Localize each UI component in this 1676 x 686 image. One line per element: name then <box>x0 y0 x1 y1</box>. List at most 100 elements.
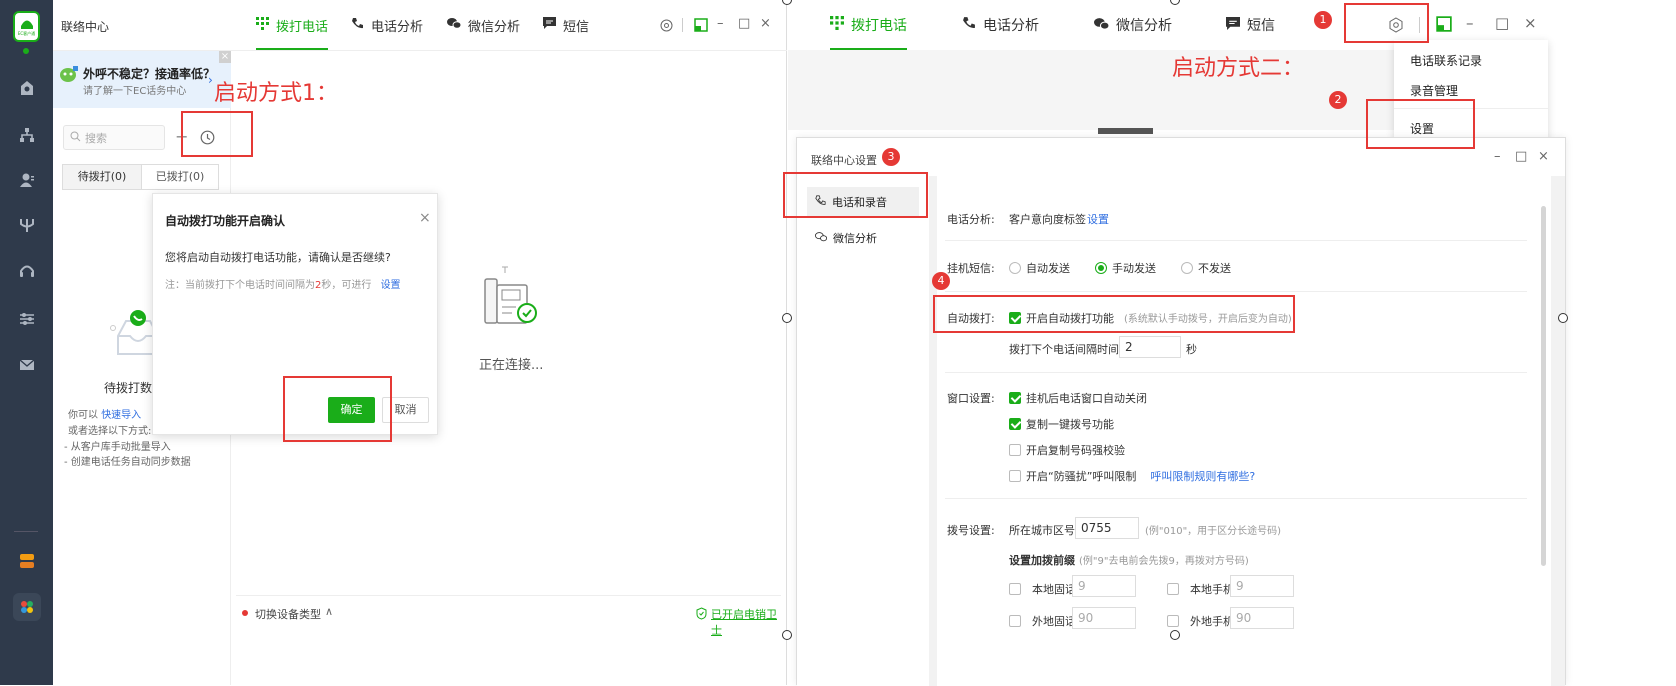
dialog-close-icon[interactable]: × <box>419 210 431 226</box>
subtab-pending[interactable]: 待拨打(0) <box>62 164 142 190</box>
tab-phone-analysis[interactable]: 电话分析 <box>351 0 423 50</box>
scrollbar[interactable] <box>1541 206 1546 566</box>
settings-gear-icon[interactable] <box>660 19 673 35</box>
anti-harass-checkbox[interactable]: 开启“防骚扰”呼叫限制 呼叫限制规则有哪些? <box>1009 468 1255 484</box>
menu-item-call-log[interactable]: 电话联系记录 <box>1410 52 1482 69</box>
dialog-message: 您将启动自动拨打电话功能，请确认是否继续? <box>165 251 391 264</box>
nav-headset-icon[interactable] <box>0 262 53 280</box>
tab-phone-analysis-right[interactable]: 电话分析 <box>962 0 1039 50</box>
tab-label: 微信分析 <box>468 19 521 35</box>
strict-check-checkbox[interactable]: 开启复制号码强校验 <box>1009 442 1125 458</box>
settings-window: 联络中心设置 – □ × 电话和录音 微信分析 电话分析: 客户意向度标签 设置 <box>796 137 1566 686</box>
local-landline-input[interactable]: 9 <box>1072 575 1136 597</box>
phone-analysis-settings-link[interactable]: 设置 <box>1087 211 1109 227</box>
remote-landline-input[interactable]: 90 <box>1072 607 1136 629</box>
nav-customer-icon[interactable] <box>0 79 53 97</box>
remote-mobile-checkbox[interactable]: 外地手机 <box>1167 613 1234 629</box>
phone-analysis-label: 电话分析: <box>947 213 995 226</box>
hangup-sms-label: 挂机短信: <box>947 262 995 275</box>
phone-analysis-text: 客户意向度标签 <box>1009 213 1086 226</box>
resize-handle[interactable] <box>1170 630 1180 640</box>
step-badge-4: 4 <box>932 272 950 290</box>
area-code-input[interactable]: 0755 <box>1075 517 1139 539</box>
tab-label: 短信 <box>1247 18 1275 34</box>
step-badge-1: 1 <box>1314 11 1332 29</box>
resize-handle[interactable] <box>782 313 792 323</box>
promo-banner[interactable]: 外呼不稳定？接通率低？ 请了解一下EC话务中心 › × <box>53 51 231 108</box>
minimize-button[interactable]: – <box>717 16 724 31</box>
phone-analysis-icon <box>351 17 364 34</box>
local-mobile-input[interactable]: 9 <box>1230 575 1294 597</box>
menu-item-recordings[interactable]: 录音管理 <box>1410 82 1458 99</box>
nav-apps-orange-icon[interactable] <box>0 552 53 570</box>
note-suffix: 秒，可进行 <box>321 280 372 291</box>
close-button[interactable]: × <box>1524 14 1537 32</box>
footer-divider <box>236 595 781 596</box>
quick-import-link[interactable]: 快速导入 <box>101 410 141 421</box>
settings-close-button[interactable]: × <box>1538 149 1549 164</box>
empty-line1: 你可以 快速导入 <box>68 406 141 421</box>
search-input[interactable]: 搜索 <box>85 130 107 146</box>
interval-input[interactable]: 2 <box>1119 336 1181 358</box>
mini-window-icon[interactable] <box>1436 16 1452 35</box>
note-settings-link[interactable]: 设置 <box>381 280 401 291</box>
area-code-hint: (例"010"，用于区分长途号码) <box>1145 526 1282 537</box>
remote-mobile-input[interactable]: 90 <box>1230 607 1294 629</box>
tab-sms[interactable]: 短信 <box>543 0 589 50</box>
checkbox-label: 开启“防骚扰”呼叫限制 <box>1026 470 1137 483</box>
sms-auto-radio[interactable]: 自动发送 <box>1009 260 1070 276</box>
tab-sms-right[interactable]: 短信 <box>1226 0 1275 50</box>
banner-arrow-icon[interactable]: › <box>208 73 213 87</box>
switch-device-button[interactable]: 切换设备类型 <box>255 606 321 622</box>
wechat-icon <box>447 17 462 33</box>
tab-dial-right[interactable]: 拨打电话 <box>830 0 907 50</box>
minimize-button[interactable]: – <box>1466 14 1474 32</box>
settings-maximize-button[interactable]: □ <box>1515 149 1527 164</box>
mini-window-icon[interactable] <box>694 18 708 35</box>
right-window: 拨打电话 电话分析 微信分析 短信 – □ × 电话联系记录 录音管理 设置 联… <box>788 0 1676 686</box>
resize-handle[interactable] <box>782 630 792 640</box>
method2-annotation: 启动方式二： <box>1172 56 1305 81</box>
nav-filter-icon[interactable] <box>0 310 53 328</box>
resize-handle[interactable] <box>1558 313 1568 323</box>
copy-dial-checkbox[interactable]: 复制一键拨号功能 <box>1009 416 1114 432</box>
dialog-title: 自动拨打功能开启确认 <box>165 214 286 228</box>
nav-apps-grid-icon[interactable] <box>0 593 53 621</box>
local-mobile-checkbox[interactable]: 本地手机 <box>1167 581 1234 597</box>
maximize-button[interactable]: □ <box>1495 14 1509 32</box>
tab-dial[interactable]: 拨打电话 <box>256 0 329 50</box>
nav-trident-icon[interactable] <box>0 216 53 234</box>
settings-nav: 电话和录音 微信分析 <box>797 176 929 686</box>
tab-wechat-analysis[interactable]: 微信分析 <box>447 0 520 50</box>
close-button[interactable]: × <box>760 16 771 31</box>
guard-link[interactable]: 已开启电销卫士 <box>711 606 786 638</box>
robot-icon <box>59 64 79 87</box>
settings-content: 电话分析: 客户意向度标签 设置 挂机短信: 自动发送 手动发送 不发送 自动拨… <box>937 176 1551 686</box>
sms-manual-radio[interactable]: 手动发送 <box>1095 260 1156 276</box>
tab-label: 短信 <box>563 19 590 35</box>
search-box[interactable]: 搜索 <box>63 125 165 150</box>
nav-org-icon[interactable] <box>0 126 53 144</box>
nav-mail-icon[interactable] <box>0 356 53 374</box>
maximize-button[interactable]: □ <box>738 16 750 31</box>
limit-rules-link[interactable]: 呼叫限制规则有哪些? <box>1150 470 1255 483</box>
subtab-called[interactable]: 已拨打(0) <box>141 164 219 190</box>
tab-wechat-right[interactable]: 微信分析 <box>1094 0 1172 50</box>
settings-minimize-button[interactable]: – <box>1494 149 1501 164</box>
nav-wechat-analysis[interactable]: 微信分析 <box>807 223 919 253</box>
auto-close-checkbox[interactable]: 挂机后电话窗口自动关闭 <box>1009 390 1147 406</box>
local-landline-checkbox[interactable]: 本地固话 <box>1009 581 1076 597</box>
dialpad-icon <box>830 16 844 34</box>
online-dot <box>23 48 29 54</box>
empty-line4: - 创建电话任务自动同步数据 <box>64 457 191 468</box>
method1-annotation: 启动方式1： <box>214 81 338 106</box>
remote-landline-checkbox[interactable]: 外地固话 <box>1009 613 1076 629</box>
banner-close-icon[interactable]: × <box>219 51 231 63</box>
chevron-up-icon[interactable]: ∧ <box>325 605 333 618</box>
divider <box>945 372 1527 373</box>
sms-none-radio[interactable]: 不发送 <box>1181 260 1231 276</box>
divider <box>945 240 1527 241</box>
area-code-label: 所在城市区号 <box>1009 524 1075 537</box>
nav-contacts-icon[interactable] <box>0 171 53 189</box>
app-logo[interactable]: EC客户通 <box>13 11 40 42</box>
